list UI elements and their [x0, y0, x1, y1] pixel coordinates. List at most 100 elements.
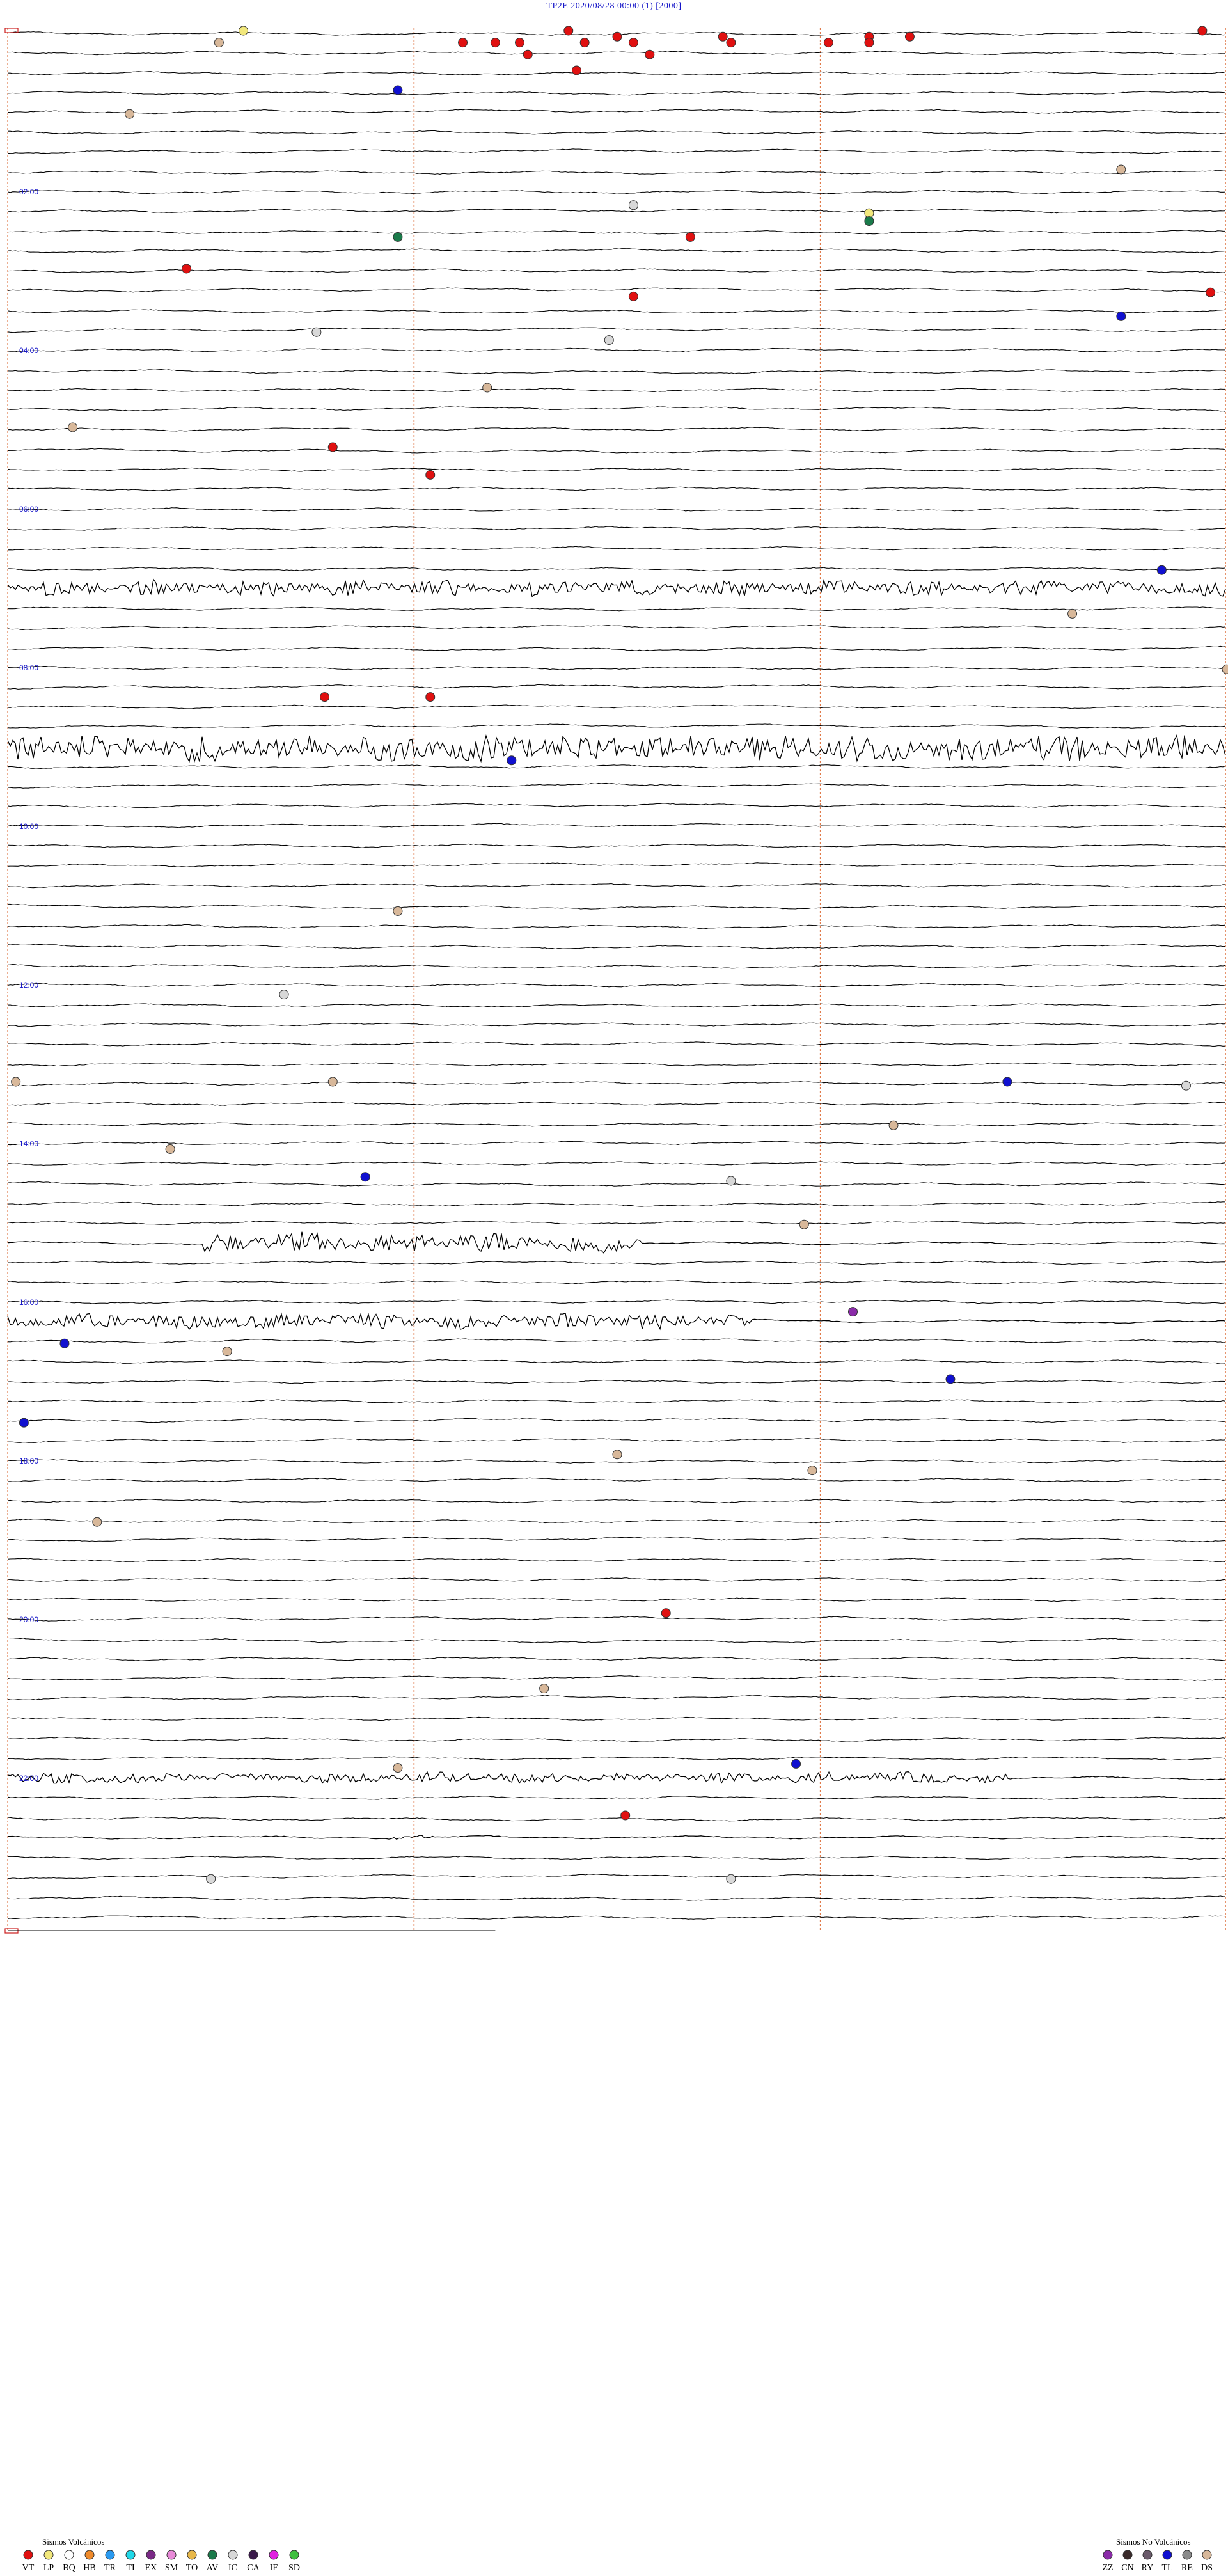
- trace-row-19: [7, 406, 1226, 412]
- event-marker-vt: [904, 31, 915, 42]
- legend-swatch-cn: [1122, 2550, 1133, 2560]
- trace-row-8: [7, 189, 1226, 194]
- legend-swatch-sm: [166, 2550, 177, 2560]
- trace-row-92: [7, 1855, 1226, 1860]
- trace-row-2: [7, 71, 1226, 75]
- event-marker-ic: [206, 1874, 216, 1884]
- hour-label-1000: 10:00: [19, 822, 38, 831]
- trace-row-58: [7, 1181, 1226, 1187]
- event-marker-tl: [19, 1418, 29, 1428]
- event-marker-vt: [182, 264, 192, 274]
- event-markers: [11, 26, 1228, 1884]
- event-marker-tl: [1116, 311, 1126, 321]
- trace-row-40: [7, 823, 1226, 828]
- event-marker-tl: [791, 1758, 801, 1769]
- trace-row-32: [7, 665, 1226, 670]
- trace-row-18: [7, 388, 1225, 392]
- event-marker-ds: [393, 1763, 403, 1773]
- event-marker-vt: [425, 692, 436, 702]
- event-marker-ic: [726, 1874, 736, 1884]
- trace-row-31: [7, 645, 1226, 651]
- trace-row-55: [7, 1122, 1226, 1127]
- event-marker-vt: [612, 31, 622, 42]
- event-marker-tl: [1156, 565, 1167, 575]
- event-marker-ds: [327, 1077, 338, 1087]
- event-marker-av: [393, 232, 403, 242]
- legend-swatch-av: [207, 2550, 217, 2560]
- trace-row-39: [7, 803, 1226, 809]
- trace-row-38: [7, 782, 1226, 789]
- event-marker-ic: [311, 327, 322, 337]
- trace-row-26: [7, 546, 1226, 551]
- helicorder-plot: 02:00 04:00 06:00 08:00 10:00 12:00 14:00 16:00…: [4, 26, 1228, 2573]
- legend-label-ca: CA: [247, 2563, 260, 2573]
- event-marker-vt: [864, 38, 874, 48]
- trace-row-84: [7, 1695, 1226, 1700]
- trace-row-89: [7, 1796, 1226, 1800]
- trace-row-82: [7, 1656, 1226, 1661]
- event-marker-ds: [807, 1466, 817, 1476]
- hour-label-1400: 14:00: [19, 1139, 38, 1148]
- hour-label-1600: 16:00: [19, 1298, 38, 1307]
- event-marker-zz: [847, 1307, 858, 1317]
- legend-swatch-zz: [1103, 2550, 1113, 2560]
- event-marker-vt: [620, 1810, 631, 1821]
- hour-label-0600: 06:00: [19, 505, 38, 514]
- trace-row-30: [7, 624, 1226, 631]
- trace-row-81: [7, 1637, 1226, 1643]
- trace-row-15: [7, 327, 1225, 333]
- trace-row-44: [8, 903, 1226, 910]
- event-marker-ds: [612, 1450, 622, 1460]
- event-marker-tl: [393, 85, 403, 95]
- trace-row-11: [7, 248, 1226, 253]
- seismic-traces: [4, 28, 1226, 1934]
- trace-row-3: [7, 91, 1226, 96]
- legend-swatch-ex: [146, 2550, 156, 2560]
- event-marker-ds: [482, 383, 492, 393]
- trace-row-10: [7, 230, 1226, 235]
- legend-label-sd: SD: [288, 2563, 300, 2573]
- trace-row-76: [7, 1537, 1226, 1542]
- trace-row-65: [7, 1312, 1226, 1331]
- legend-swatch-if: [269, 2550, 279, 2560]
- event-marker-ic: [726, 1176, 736, 1186]
- legend-swatch-hb: [84, 2550, 95, 2560]
- trace-row-64: [7, 1299, 1226, 1304]
- legend: Sismos Volcánicos VT LP BQ HB TR TI EX SM TO AV IC C…: [22, 2537, 1213, 2573]
- legend-swatch-re: [1182, 2550, 1192, 2560]
- trace-row-29: [7, 606, 1225, 612]
- trace-row-7: [7, 170, 1226, 175]
- trace-row-13: [7, 287, 1226, 293]
- legend-label-ry: RY: [1142, 2563, 1154, 2573]
- trace-row-62: [7, 1260, 1225, 1265]
- trace-row-73: [7, 1477, 1226, 1482]
- event-marker-ds: [393, 906, 403, 916]
- event-marker-av: [864, 216, 874, 226]
- event-marker-vt: [628, 38, 638, 48]
- trace-row-46: [7, 944, 1226, 950]
- legend-swatch-ds: [1202, 2550, 1212, 2560]
- legend-swatch-vt: [23, 2550, 33, 2560]
- event-marker-vt: [579, 38, 590, 48]
- legend-swatch-ic: [228, 2550, 238, 2560]
- trace-row-34: [7, 704, 1226, 709]
- legend-label-if: IF: [270, 2563, 278, 2573]
- event-marker-vt: [523, 49, 533, 59]
- trace-row-4: [7, 109, 1226, 115]
- event-marker-ds: [125, 109, 135, 119]
- legend-label-sm: SM: [165, 2563, 178, 2573]
- legend-label-hb: HB: [83, 2563, 95, 2573]
- hour-label-0200: 02:00: [19, 187, 38, 196]
- trace-row-36: [7, 734, 1226, 763]
- event-marker-lp: [238, 26, 248, 36]
- trace-row-79: [7, 1597, 1225, 1602]
- legend-swatch-bq: [64, 2550, 74, 2560]
- event-marker-ds: [888, 1120, 899, 1130]
- trace-row-1: [8, 51, 1226, 56]
- trace-row-66: [7, 1338, 1226, 1344]
- legend-label-bq: BQ: [63, 2563, 75, 2573]
- trace-row-43: [7, 883, 1225, 889]
- trace-row-94: [7, 1895, 1226, 1901]
- trace-row-47: [7, 963, 1226, 969]
- hour-label-0400: 04:00: [19, 346, 38, 355]
